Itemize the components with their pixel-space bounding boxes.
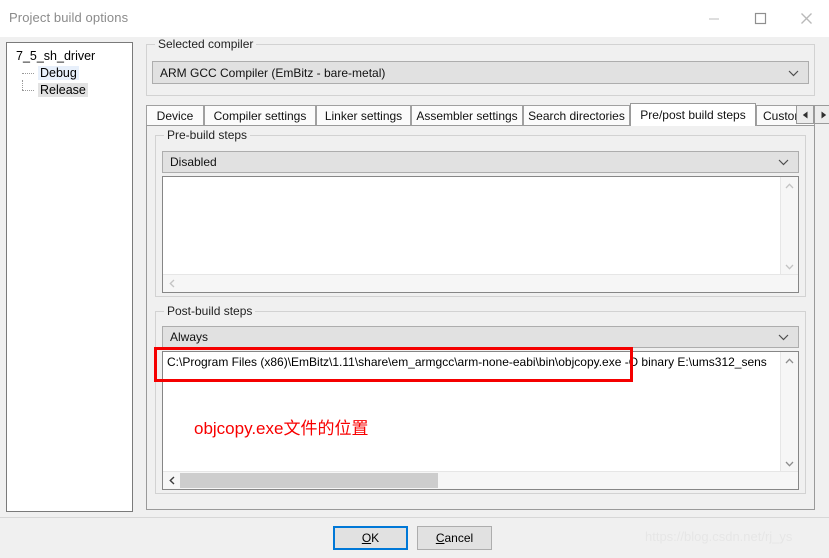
annotation-highlight-box <box>154 347 633 382</box>
tree-item-release-label: Release <box>38 83 88 97</box>
chevron-down-icon <box>788 66 799 80</box>
scroll-up-icon[interactable] <box>781 177 798 194</box>
watermark: https://blog.csdn.net/rj_ys <box>645 529 793 544</box>
chevron-down-icon <box>778 155 789 169</box>
selected-compiler-legend: Selected compiler <box>155 37 257 51</box>
post-build-vertical-scrollbar[interactable] <box>780 352 798 472</box>
scroll-down-icon[interactable] <box>781 455 798 472</box>
project-build-options-dialog: Project build options 7_5_sh_driver Debu… <box>0 0 829 558</box>
scrollbar-corner <box>781 472 798 489</box>
pre-build-legend: Pre-build steps <box>164 128 251 142</box>
compiler-select[interactable]: ARM GCC Compiler (EmBitz - bare-metal) <box>152 61 809 84</box>
scroll-up-icon[interactable] <box>781 352 798 369</box>
horizontal-scrollbar-thumb[interactable] <box>180 473 438 488</box>
minimize-button[interactable] <box>691 0 737 37</box>
post-build-mode-select[interactable]: Always <box>162 326 799 348</box>
minimize-icon <box>709 17 719 20</box>
tree-connector-icon <box>22 73 34 74</box>
triangle-left-icon <box>802 111 807 118</box>
target-tree-panel[interactable]: 7_5_sh_driver Debug Release <box>6 42 133 512</box>
tab-scroll-left-button[interactable] <box>796 105 814 124</box>
tab-linker-settings[interactable]: Linker settings <box>316 105 411 125</box>
pre-build-horizontal-scrollbar[interactable] <box>163 274 798 292</box>
compiler-select-value: ARM GCC Compiler (EmBitz - bare-metal) <box>160 65 386 80</box>
pre-build-mode-value: Disabled <box>170 155 217 169</box>
pre-post-build-steps-page: Pre-build steps Disabled Post-build step… <box>146 125 815 510</box>
tab-search-directories[interactable]: Search directories <box>523 105 630 125</box>
tree-item-release[interactable]: Release <box>13 80 130 99</box>
pre-build-mode-select[interactable]: Disabled <box>162 151 799 173</box>
chevron-down-icon <box>778 330 789 344</box>
tab-pre-post-build-steps[interactable]: Pre/post build steps <box>630 103 756 126</box>
scroll-left-icon[interactable] <box>163 275 180 292</box>
pre-build-vertical-scrollbar[interactable] <box>780 177 798 275</box>
ok-button-label: OK <box>361 531 380 545</box>
dialog-client-area: 7_5_sh_driver Debug Release Selected com… <box>0 37 829 558</box>
target-tree: 7_5_sh_driver Debug Release <box>13 48 130 99</box>
maximize-button[interactable] <box>737 0 783 37</box>
cancel-button[interactable]: Cancel <box>417 526 492 550</box>
cancel-button-label: Cancel <box>435 531 474 545</box>
settings-pane: Selected compiler ARM GCC Compiler (EmBi… <box>140 37 829 517</box>
maximize-icon <box>754 12 766 25</box>
page-title: Project build options <box>9 10 129 25</box>
triangle-right-icon <box>821 111 826 118</box>
ok-button[interactable]: OK <box>333 526 408 550</box>
post-build-horizontal-scrollbar[interactable] <box>163 471 798 489</box>
tab-compiler-settings[interactable]: Compiler settings <box>204 105 316 125</box>
footer-divider <box>0 517 829 518</box>
tree-item-project[interactable]: 7_5_sh_driver <box>13 48 130 65</box>
tree-connector-icon <box>22 90 34 91</box>
annotation-label: objcopy.exe文件的位置 <box>194 419 369 438</box>
scroll-left-icon[interactable] <box>163 472 180 489</box>
close-icon <box>800 13 812 24</box>
post-build-legend: Post-build steps <box>164 304 256 318</box>
post-build-mode-value: Always <box>170 330 209 344</box>
settings-tabs: Device Compiler settings Linker settings… <box>146 103 829 126</box>
scrollbar-corner <box>781 275 798 292</box>
close-button[interactable] <box>783 0 829 37</box>
title-bar: Project build options <box>0 0 829 38</box>
window-controls <box>691 0 829 37</box>
tab-assembler-settings[interactable]: Assembler settings <box>411 105 523 125</box>
pre-build-commands-area[interactable] <box>162 176 799 293</box>
tree-item-debug[interactable]: Debug <box>13 65 130 82</box>
tab-scroll-right-button[interactable] <box>814 105 829 124</box>
tab-device[interactable]: Device <box>146 105 204 125</box>
tree-vline-icon <box>22 80 23 90</box>
scroll-down-icon[interactable] <box>781 258 798 275</box>
tree-item-debug-label: Debug <box>38 66 79 80</box>
